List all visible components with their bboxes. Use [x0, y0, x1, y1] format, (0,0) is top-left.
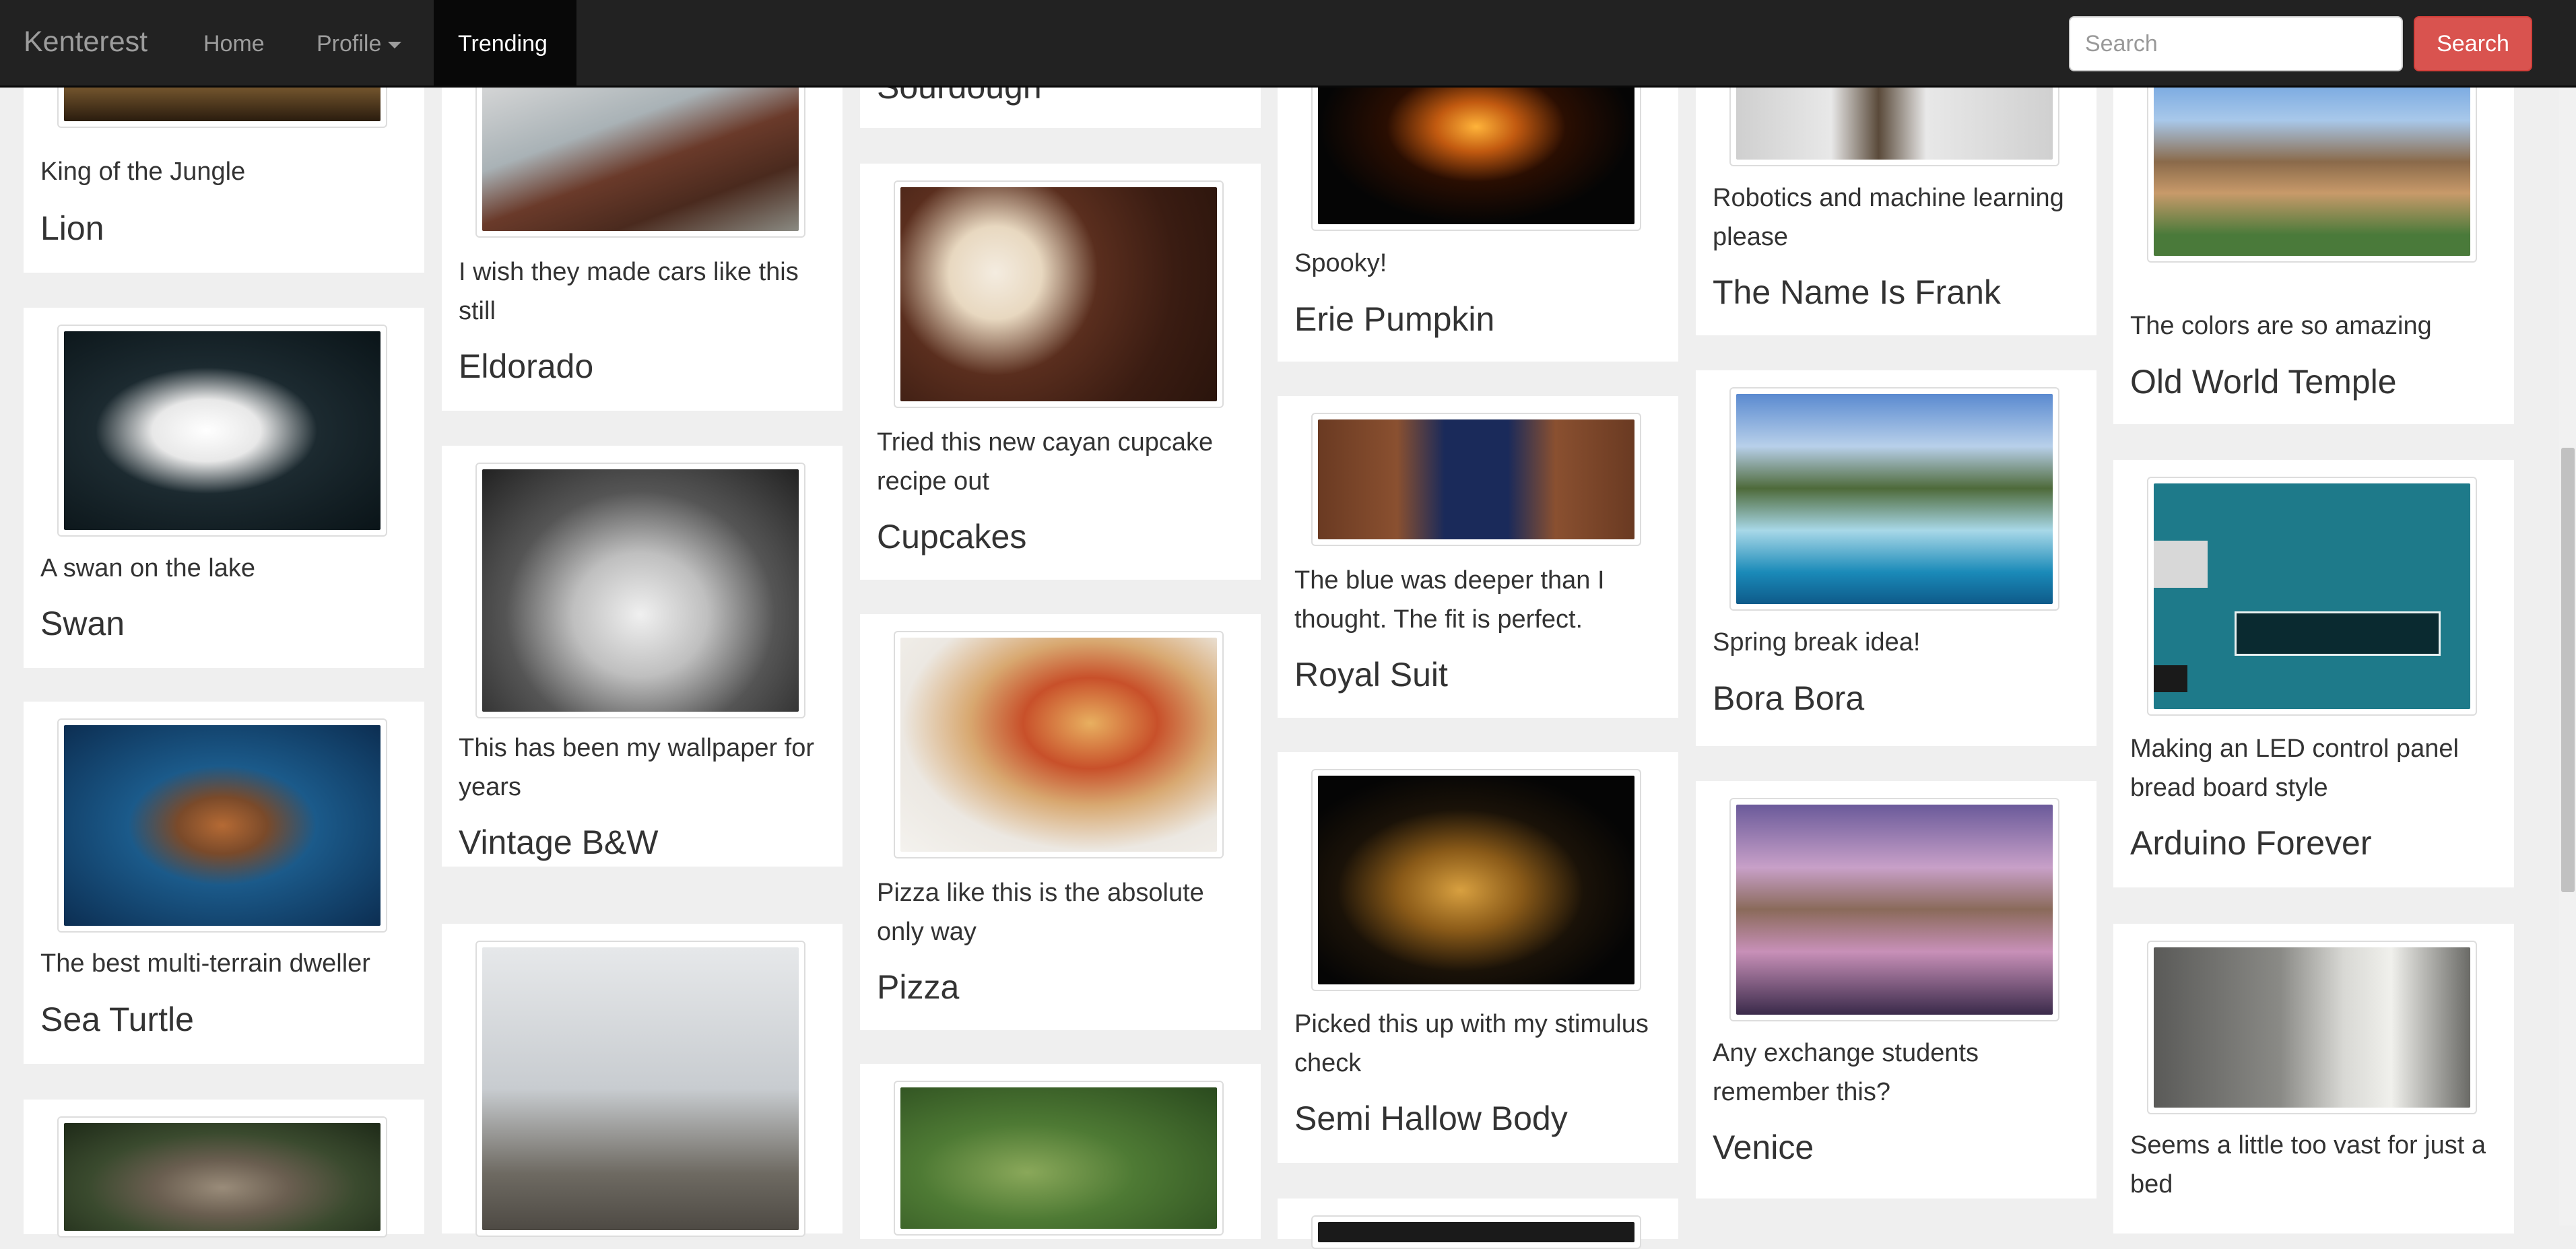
- pin-image-swan[interactable]: [57, 325, 387, 537]
- pin-card-arduino-forever[interactable]: Making an LED control panel bread board …: [2113, 460, 2514, 887]
- pin-title[interactable]: Pizza: [877, 968, 1254, 1007]
- pin-image-arduino[interactable]: [2147, 477, 2477, 716]
- pin-title[interactable]: Vintage B&W: [459, 823, 836, 862]
- pin-title[interactable]: Old World Temple: [2130, 362, 2507, 401]
- pin-image-venice[interactable]: [1729, 798, 2059, 1021]
- pin-image-sea-turtle[interactable]: [57, 718, 387, 933]
- pin-image-bora-bora[interactable]: [1729, 387, 2059, 611]
- pin-card-semi-hallow-body[interactable]: Picked this up with my stimulus check Se…: [1278, 752, 1678, 1163]
- pin-image-cupcakes[interactable]: [894, 180, 1224, 408]
- pin-title[interactable]: Lion: [40, 209, 418, 248]
- pin-description: Seems a little too vast for just a bed: [2130, 1131, 2486, 1199]
- pin-title[interactable]: Arduino Forever: [2130, 823, 2507, 863]
- pin-title[interactable]: Swan: [40, 604, 418, 643]
- pin-card-old-world-temple[interactable]: The colors are so amazing Old World Temp…: [2113, 40, 2514, 424]
- pin-image-pizza[interactable]: [894, 631, 1224, 858]
- pin-description: The blue was deeper than I thought. The …: [1294, 566, 1605, 634]
- nav-trending[interactable]: Trending: [434, 0, 576, 86]
- pin-card-royal-suit[interactable]: The blue was deeper than I thought. The …: [1278, 396, 1678, 718]
- pin-description: Spooky!: [1294, 249, 1387, 277]
- brand-logo[interactable]: Kenterest: [24, 26, 147, 59]
- nav-profile-dropdown[interactable]: Profile: [317, 31, 402, 57]
- pin-image-bed[interactable]: [2147, 941, 2477, 1114]
- pin-description: Pizza like this is the absolute only way: [877, 879, 1204, 946]
- pin-card-eldorado[interactable]: I wish they made cars like this still El…: [442, 54, 843, 411]
- search-input[interactable]: [2069, 16, 2403, 71]
- nav-trending-label: Trending: [458, 31, 548, 57]
- pin-image-statue[interactable]: [475, 941, 805, 1237]
- pin-card-wolf[interactable]: [24, 1100, 424, 1238]
- pin-card-pumpkin[interactable]: Spooky! Erie Pumpkin: [1278, 40, 1678, 362]
- pin-description: Robotics and machine learning please: [1713, 184, 2064, 251]
- pin-description: Picked this up with my stimulus check: [1294, 1010, 1649, 1077]
- pin-card-vintage-bw[interactable]: This has been my wallpaper for years Vin…: [442, 446, 843, 867]
- pin-description: Any exchange students remember this?: [1713, 1039, 1979, 1106]
- search-button[interactable]: Search: [2414, 16, 2532, 71]
- pin-card-statue[interactable]: [442, 924, 843, 1237]
- pin-description: King of the Jungle: [40, 158, 246, 186]
- pin-card-garden[interactable]: [860, 1064, 1261, 1239]
- pin-description: Tried this new cayan cupcake recipe out: [877, 428, 1214, 496]
- pin-title[interactable]: Royal Suit: [1294, 655, 1672, 694]
- pin-image-vintage-bw[interactable]: [475, 463, 805, 718]
- pin-card-swan[interactable]: A swan on the lake Swan: [24, 308, 424, 668]
- top-navbar: Kenterest Home Profile Trending Search: [0, 0, 2576, 88]
- pin-card-bora-bora[interactable]: Spring break idea! Bora Bora: [1696, 370, 2096, 746]
- pin-image-eldorado[interactable]: [475, 71, 805, 238]
- pin-title[interactable]: Semi Hallow Body: [1294, 1099, 1672, 1138]
- pin-description: Making an LED control panel bread board …: [2130, 735, 2459, 802]
- pin-title[interactable]: Erie Pumpkin: [1294, 300, 1672, 339]
- pin-card-frank[interactable]: Robotics and machine learning please The…: [1696, 40, 2096, 335]
- pin-title[interactable]: Eldorado: [459, 347, 836, 386]
- scrollbar-thumb[interactable]: [2561, 448, 2575, 892]
- pin-description: This has been my wallpaper for years: [459, 734, 815, 801]
- pin-image[interactable]: [1311, 1215, 1641, 1249]
- caret-down-icon: [388, 42, 402, 49]
- pin-title[interactable]: The Name Is Frank: [1713, 273, 2090, 312]
- pin-description: A swan on the lake: [40, 554, 255, 582]
- pin-card-sea-turtle[interactable]: The best multi-terrain dweller Sea Turtl…: [24, 702, 424, 1064]
- pin-card-bed[interactable]: Seems a little too vast for just a bed: [2113, 924, 2514, 1234]
- nav-home[interactable]: Home: [203, 31, 265, 57]
- pin-image-wolf[interactable]: [57, 1116, 387, 1238]
- pin-description: I wish they made cars like this still: [459, 258, 799, 325]
- pin-image-guitar[interactable]: [1311, 769, 1641, 991]
- pin-card-cupcakes[interactable]: Tried this new cayan cupcake recipe out …: [860, 164, 1261, 580]
- pin-description: The best multi-terrain dweller: [40, 949, 370, 978]
- pin-card-pizza[interactable]: Pizza like this is the absolute only way…: [860, 614, 1261, 1030]
- pin-title[interactable]: Cupcakes: [877, 517, 1254, 556]
- pin-image-garden[interactable]: [894, 1081, 1224, 1236]
- pin-title[interactable]: Sea Turtle: [40, 1000, 418, 1039]
- nav-profile-label: Profile: [317, 31, 382, 57]
- pin-card-next[interactable]: [1278, 1199, 1678, 1249]
- pin-description: Spring break idea!: [1713, 628, 1921, 656]
- pin-title[interactable]: Bora Bora: [1713, 679, 2090, 718]
- pin-description: The colors are so amazing: [2130, 312, 2432, 340]
- pin-image-royal-suit[interactable]: [1311, 413, 1641, 546]
- pin-card-venice[interactable]: Any exchange students remember this? Ven…: [1696, 781, 2096, 1199]
- pin-title[interactable]: Venice: [1713, 1128, 2090, 1167]
